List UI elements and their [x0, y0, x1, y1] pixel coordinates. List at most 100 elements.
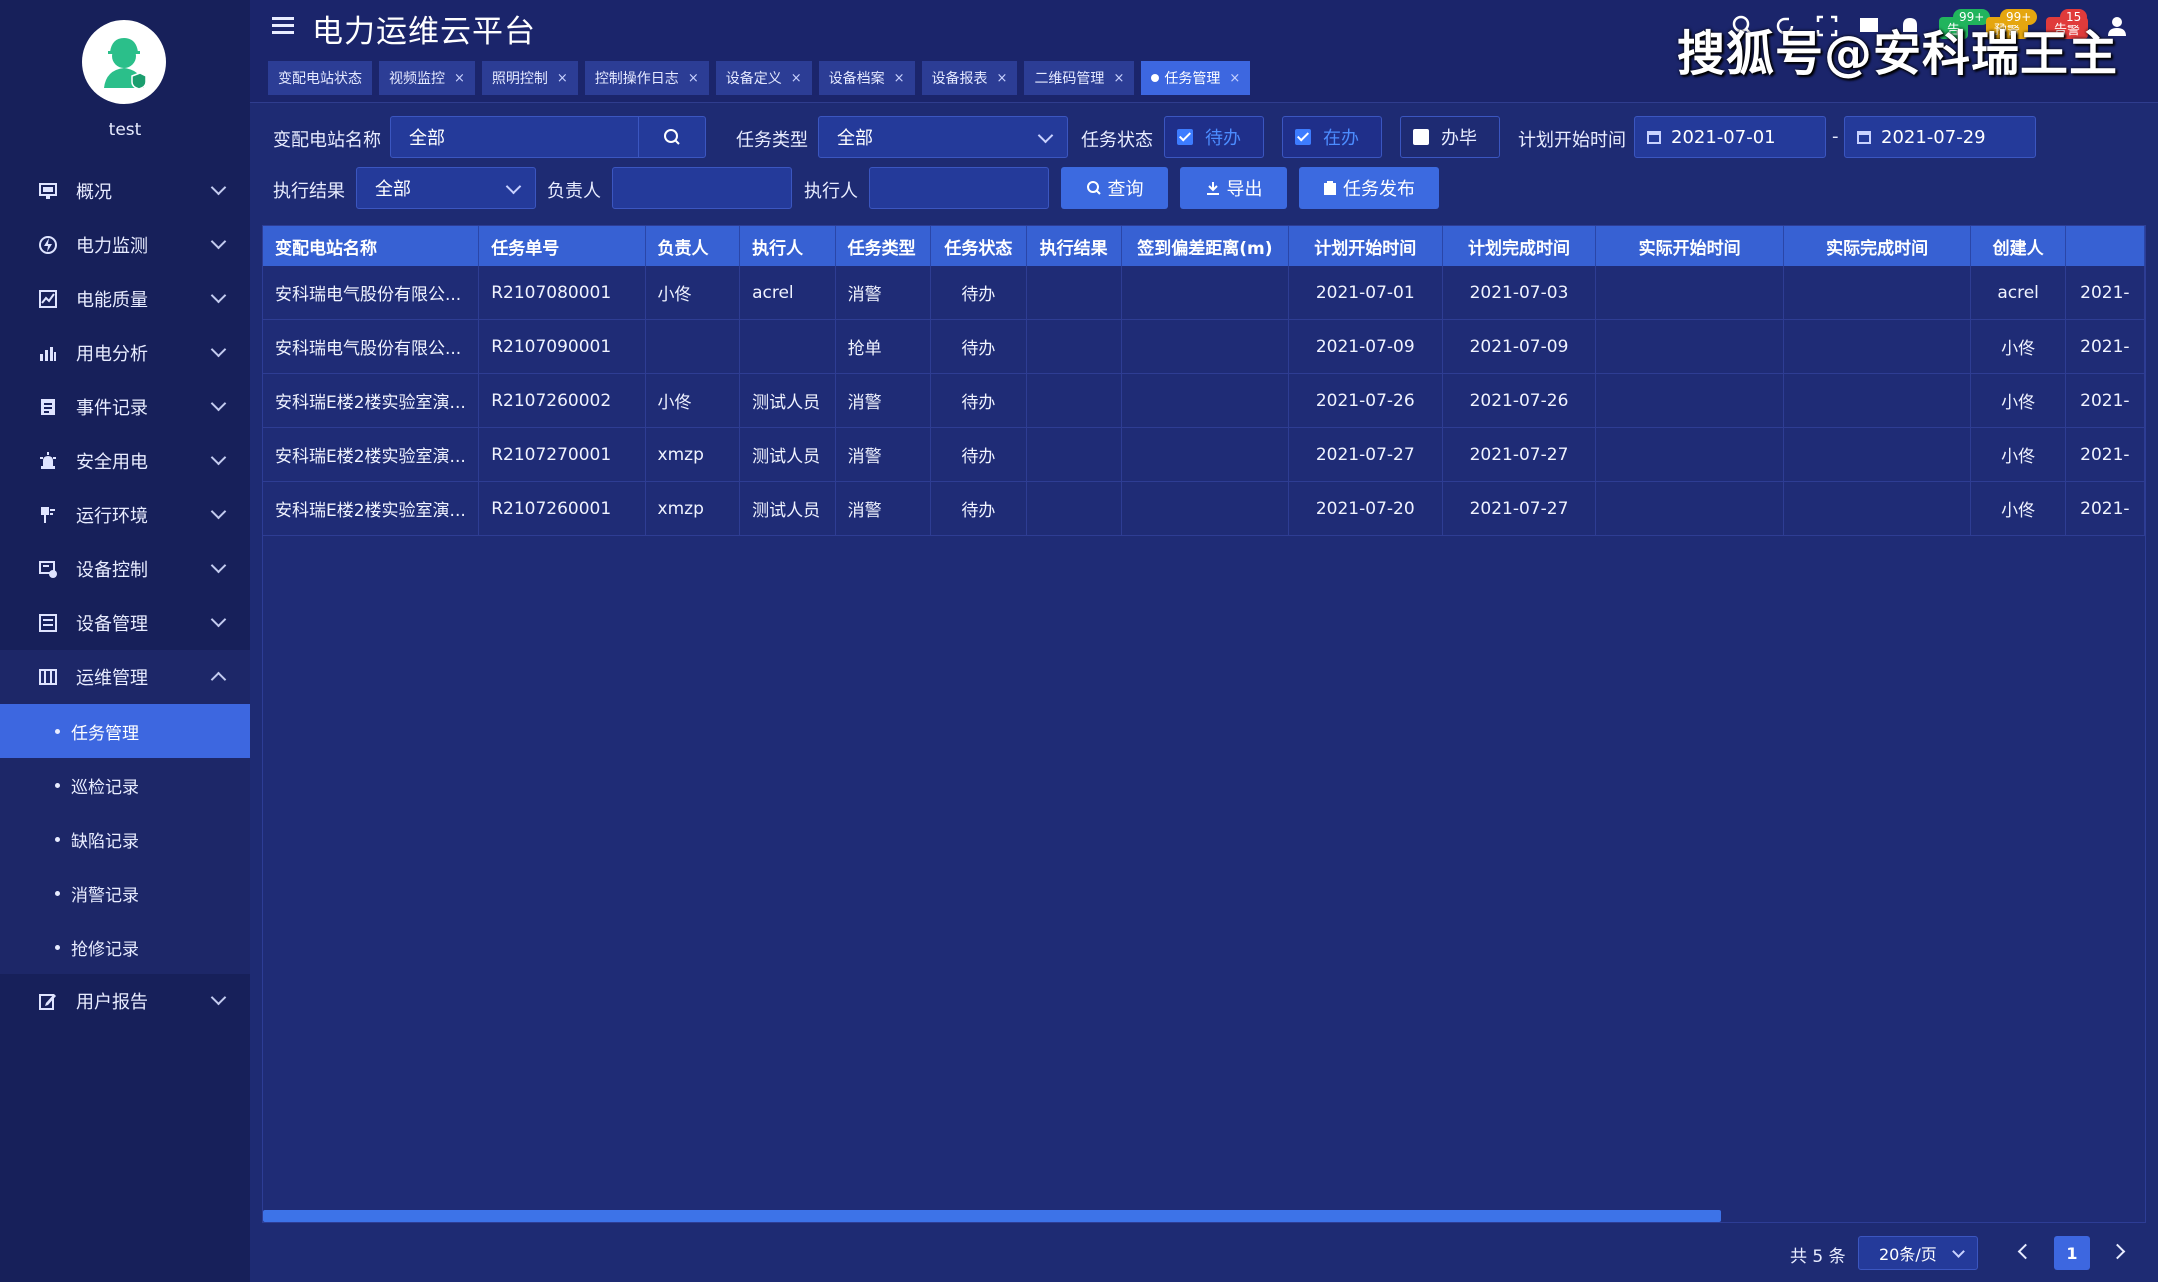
sidebar-item-user-report[interactable]: 用户报告 — [0, 974, 250, 1028]
result-select[interactable]: 全部 — [356, 167, 536, 209]
owner-input[interactable] — [612, 167, 792, 209]
table-row[interactable]: 安科瑞E楼2楼实验室演... R2107260002 小佟 测试人员 消警 待办 2021-… — [263, 373, 2145, 428]
sidebar-item-ops-manage[interactable]: 运维管理 — [0, 650, 250, 704]
date-from-picker[interactable]: 2021-07-01 — [1634, 116, 1826, 158]
sidebar-item-device-manage[interactable]: 设备管理 — [0, 596, 250, 650]
column-header[interactable]: 执行人 — [739, 226, 836, 266]
tab-device-archive[interactable]: 设备档案 × — [818, 61, 915, 95]
table-row[interactable]: 安科瑞电气股份有限公... R2107080001 小佟 acrel 消警 待办 2021-… — [263, 266, 2145, 320]
column-header[interactable] — [2065, 226, 2145, 266]
close-icon[interactable]: × — [1229, 71, 1240, 86]
sidebar-item-label: 设备管理 — [76, 614, 148, 635]
column-header[interactable]: 签到偏差距离(m) — [1121, 226, 1289, 266]
sidebar-item-power-monitor[interactable]: 电力监测 — [0, 218, 250, 272]
tab-qrcode[interactable]: 二维码管理 × — [1024, 61, 1135, 95]
page-size-value: 20条/页 — [1879, 1245, 1937, 1264]
table-cell — [1121, 266, 1289, 320]
status-checkbox-done[interactable]: 办毕 — [1400, 116, 1500, 158]
sidebar-item-usage-analysis[interactable]: 用电分析 — [0, 326, 250, 380]
column-header[interactable]: 任务状态 — [930, 226, 1027, 266]
table-cell: 测试人员 — [739, 373, 836, 428]
table-row[interactable]: 安科瑞E楼2楼实验室演... R2107270001 xmzp 测试人员 消警 待办 202… — [263, 427, 2145, 482]
table-cell — [1026, 427, 1122, 482]
column-header[interactable]: 计划完成时间 — [1442, 226, 1597, 266]
tab-station-status[interactable]: 变配电站状态 — [268, 61, 372, 95]
tab-control-log[interactable]: 控制操作日志 × — [584, 61, 709, 95]
sidebar-subitem-task-manage[interactable]: 任务管理 — [0, 704, 250, 758]
status-checkbox-pending[interactable]: 待办 — [1164, 116, 1264, 158]
column-header[interactable]: 实际开始时间 — [1595, 226, 1784, 266]
sidebar-item-environment[interactable]: 运行环境 — [0, 488, 250, 542]
tab-video[interactable]: 视频监控 × — [379, 61, 475, 95]
sidebar-item-event-log[interactable]: 事件记录 — [0, 380, 250, 434]
publish-task-button[interactable]: 任务发布 — [1299, 167, 1439, 209]
column-header[interactable]: 负责人 — [645, 226, 741, 266]
bullet-dot — [55, 836, 60, 842]
column-header[interactable]: 计划开始时间 — [1288, 226, 1443, 266]
page-number-current[interactable]: 1 — [2054, 1236, 2090, 1270]
result-value: 全部 — [375, 179, 411, 200]
table-cell: 待办 — [930, 427, 1027, 482]
status-checkbox-in-progress[interactable]: 在办 — [1282, 116, 1382, 158]
table-cell: 待办 — [930, 266, 1027, 320]
executor-label: 执行人 — [804, 181, 858, 202]
publish-label: 任务发布 — [1343, 179, 1415, 200]
sidebar-subitem-repair-record[interactable]: 抢修记录 — [0, 920, 250, 974]
sidebar-subitem-defect-record[interactable]: 缺陷记录 — [0, 812, 250, 866]
prev-page-icon[interactable] — [2017, 1243, 2034, 1260]
close-icon[interactable]: × — [791, 71, 802, 86]
page-size-select[interactable]: 20条/页 — [1858, 1236, 1978, 1270]
table-cell: 2021- — [2065, 481, 2145, 536]
table-row[interactable]: 安科瑞电气股份有限公... R2107090001 抢单 待办 2021-07-09 20… — [263, 319, 2145, 374]
sidebar-item-label: 电力监测 — [76, 236, 148, 257]
search-icon — [1086, 181, 1101, 195]
column-header[interactable]: 创建人 — [1970, 226, 2066, 266]
environment-icon — [41, 507, 55, 523]
close-icon[interactable]: × — [454, 71, 465, 86]
close-icon[interactable]: × — [894, 71, 905, 86]
close-icon[interactable]: × — [688, 71, 699, 86]
tab-device-report[interactable]: 设备报表 × — [921, 61, 1018, 95]
chevron-down-icon — [210, 503, 227, 520]
column-header[interactable]: 执行结果 — [1026, 226, 1122, 266]
close-icon[interactable]: × — [997, 71, 1008, 86]
table-cell: 2021- — [2065, 319, 2145, 374]
query-button[interactable]: 查询 — [1061, 167, 1168, 209]
sidebar-subitem-alarm-clear-record[interactable]: 消警记录 — [0, 866, 250, 920]
next-page-icon[interactable] — [2109, 1243, 2126, 1260]
export-button[interactable]: 导出 — [1180, 167, 1287, 209]
sidebar-item-power-quality[interactable]: 电能质量 — [0, 272, 250, 326]
chevron-down-icon — [210, 233, 227, 250]
sidebar-item-overview[interactable]: 概况 — [0, 164, 250, 218]
chevron-down-icon — [1952, 1245, 1965, 1258]
close-icon[interactable]: × — [1113, 71, 1124, 86]
column-header[interactable]: 实际完成时间 — [1783, 226, 1972, 266]
column-header[interactable]: 变配电站名称 — [263, 226, 480, 266]
tab-label: 照明控制 — [491, 71, 548, 87]
executor-input[interactable] — [869, 167, 1049, 209]
sidebar-item-safe-power[interactable]: 安全用电 — [0, 434, 250, 488]
column-header[interactable]: 任务类型 — [835, 226, 932, 266]
sidebar-subitem-inspection-record[interactable]: 巡检记录 — [0, 758, 250, 812]
table-cell: 测试人员 — [739, 481, 836, 536]
avatar[interactable] — [82, 20, 166, 104]
column-header[interactable]: 任务单号 — [478, 226, 646, 266]
table-row[interactable]: 安科瑞E楼2楼实验室演... R2107260001 xmzp 测试人员 消警 待办 202… — [263, 481, 2145, 536]
chevron-down-icon — [210, 557, 227, 574]
tab-device-define[interactable]: 设备定义 × — [715, 61, 812, 95]
station-select[interactable]: 全部 — [390, 116, 706, 158]
table-cell: 安科瑞电气股份有限公... — [263, 266, 480, 320]
tab-task-manage[interactable]: 任务管理 × — [1141, 61, 1251, 95]
tab-lighting[interactable]: 照明控制 × — [481, 61, 578, 95]
bullet-dot — [55, 890, 60, 896]
table-cell: 小佟 — [1970, 373, 2066, 428]
horizontal-scrollbar[interactable] — [263, 1210, 1721, 1222]
sidebar-item-device-control[interactable]: 设备控制 — [0, 542, 250, 596]
menu-toggle-icon[interactable] — [272, 17, 294, 37]
task-type-select[interactable]: 全部 — [818, 116, 1068, 158]
date-to-picker[interactable]: 2021-07-29 — [1844, 116, 2036, 158]
task-table: 变配电站名称 任务单号 负责人 执行人 任务类型 任务状态 执行结果 签到偏差距… — [262, 225, 2146, 1223]
tab-label: 变配电站状态 — [278, 71, 362, 87]
close-icon[interactable]: × — [557, 71, 568, 86]
station-search-button[interactable] — [638, 117, 705, 157]
